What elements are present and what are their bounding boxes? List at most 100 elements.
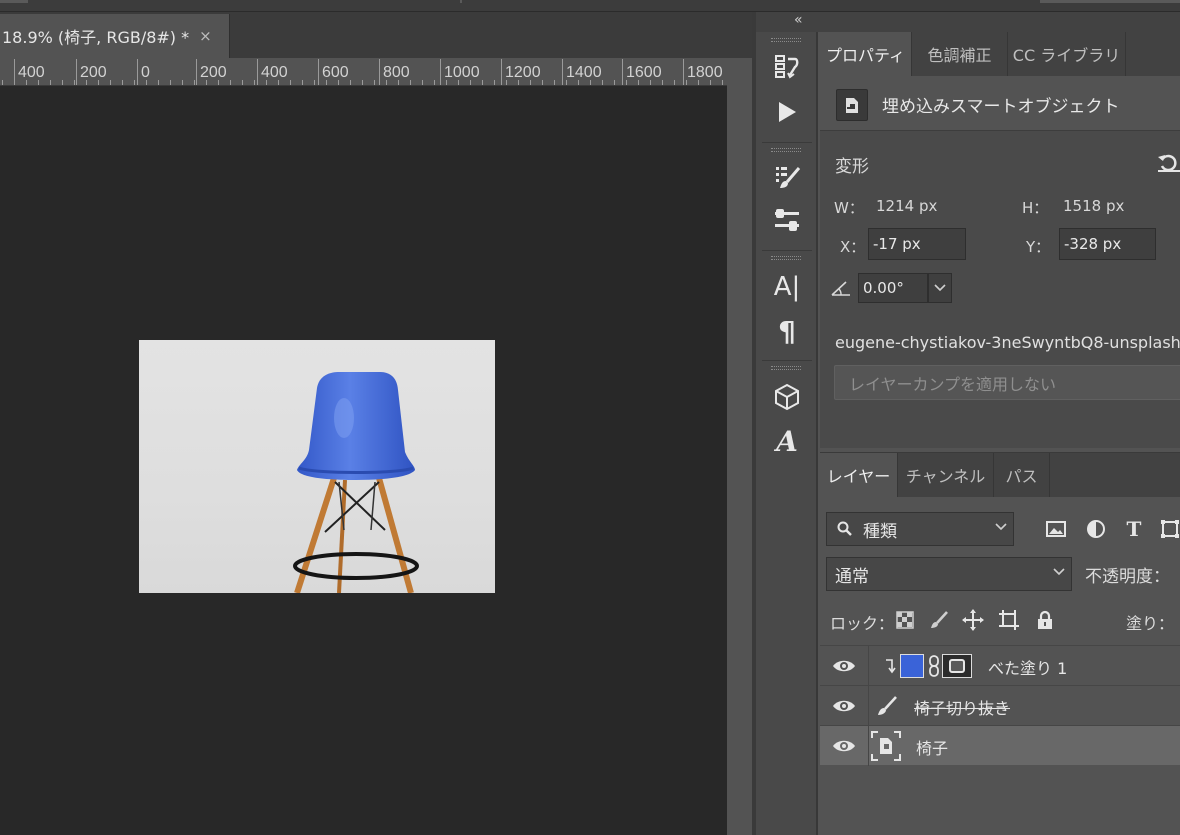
document-tab[interactable]: 18.9% (椅子, RGB/8#) * ×: [0, 14, 230, 58]
ruler-minor-tick: [278, 80, 279, 85]
angle-input[interactable]: 0.00°: [858, 273, 928, 303]
tab-properties[interactable]: プロパティ: [820, 32, 912, 76]
ruler-label: 1000: [444, 64, 480, 81]
document-tab-title: 18.9% (椅子, RGB/8#) *: [2, 28, 190, 47]
close-icon[interactable]: ×: [199, 27, 212, 45]
ruler-minor-tick: [614, 80, 615, 85]
canvas-workspace[interactable]: [0, 86, 727, 835]
3d-cube-icon[interactable]: [770, 380, 804, 414]
ruler-minor-tick: [326, 80, 327, 85]
angle-icon: [830, 277, 852, 299]
ruler-minor-tick: [686, 80, 687, 85]
ruler-minor-tick: [662, 80, 663, 85]
toolbar-separator: [762, 142, 812, 143]
brush-settings-icon[interactable]: [770, 160, 804, 194]
layer-row[interactable]: 椅子切り抜き: [820, 685, 1180, 726]
tab-cc-libraries[interactable]: CC ライブラリ: [1008, 32, 1126, 76]
tab-paths[interactable]: パス: [994, 453, 1050, 497]
grip-handle[interactable]: [771, 148, 801, 152]
document-tab-bar: 18.9% (椅子, RGB/8#) * ×: [0, 12, 752, 58]
x-position-input[interactable]: -17 px: [868, 228, 966, 260]
top-strip-segment: [1040, 0, 1180, 3]
canvas-image[interactable]: [139, 340, 495, 593]
ruler-minor-tick: [410, 80, 411, 85]
layer-row[interactable]: べた塗り 1: [820, 645, 1180, 686]
collapse-panels-icon[interactable]: «: [794, 12, 803, 28]
ruler-minor-tick: [566, 80, 567, 85]
filter-type-icon[interactable]: T: [1122, 517, 1146, 541]
ruler-minor-tick: [386, 80, 387, 85]
layer-mask-thumbnail[interactable]: [942, 654, 972, 678]
filter-pixel-icon[interactable]: [1044, 517, 1068, 541]
link-icon[interactable]: [928, 655, 940, 681]
filter-adjustment-icon[interactable]: [1084, 517, 1108, 541]
history-icon[interactable]: [770, 50, 804, 84]
properties-tab-bar: プロパティ 色調補正 CC ライブラリ: [820, 32, 1180, 76]
ruler-minor-tick: [170, 80, 171, 85]
layer-filter-value: 種類: [863, 521, 897, 542]
y-position-input[interactable]: -328 px: [1059, 228, 1156, 260]
grip-handle[interactable]: [771, 38, 801, 42]
lock-position-icon[interactable]: [962, 609, 984, 631]
filter-shape-icon[interactable]: [1158, 517, 1180, 541]
ruler-label: 200: [200, 64, 227, 81]
chevron-down-icon[interactable]: [928, 273, 952, 303]
height-label: H：: [1022, 199, 1049, 217]
ruler-minor-tick: [482, 80, 483, 85]
grip-handle[interactable]: [771, 256, 801, 260]
ruler-minor-tick: [290, 80, 291, 85]
ruler-label: 1200: [505, 64, 541, 81]
ruler-minor-tick: [518, 80, 519, 85]
top-strip-segment: [460, 0, 462, 3]
solid-color-swatch[interactable]: [900, 654, 924, 678]
ruler-minor-tick: [50, 80, 51, 85]
ruler-minor-tick: [314, 80, 315, 85]
ruler-minor-tick: [218, 80, 219, 85]
character-icon[interactable]: A|: [770, 270, 804, 304]
grip-handle[interactable]: [771, 366, 801, 370]
tab-layers[interactable]: レイヤー: [820, 453, 898, 497]
layer-name[interactable]: 椅子切り抜き: [914, 695, 1010, 719]
layer-name[interactable]: べた塗り 1: [988, 655, 1067, 679]
lock-artboard-icon[interactable]: [998, 609, 1020, 631]
lock-image-pixels-icon[interactable]: [928, 609, 950, 631]
reset-transform-icon[interactable]: [1156, 151, 1180, 175]
ruler-minor-tick: [302, 80, 303, 85]
tab-channels[interactable]: チャンネル: [898, 453, 994, 497]
ruler-minor-tick: [206, 80, 207, 85]
blend-mode-select[interactable]: 通常: [826, 557, 1072, 591]
visibility-eye-icon[interactable]: [832, 698, 856, 714]
glyphs-icon[interactable]: A: [770, 424, 804, 458]
layer-row-selected[interactable]: 椅子: [820, 725, 1180, 766]
tab-adjustments[interactable]: 色調補正: [912, 32, 1008, 76]
ruler-minor-tick: [434, 80, 435, 85]
ruler-major-tick: [76, 59, 77, 85]
smart-object-thumbnail-icon[interactable]: [870, 730, 902, 762]
canvas-scroll-gutter[interactable]: [727, 58, 752, 835]
ruler-major-tick: [257, 59, 258, 85]
ruler-minor-tick: [374, 80, 375, 85]
ruler-label: 400: [18, 64, 45, 81]
layer-filter-select[interactable]: 種類: [826, 512, 1014, 546]
visibility-eye-icon[interactable]: [832, 658, 856, 674]
ruler-major-tick: [137, 59, 138, 85]
lock-transparent-pixels-icon[interactable]: [894, 609, 916, 631]
layer-name[interactable]: 椅子: [916, 735, 948, 759]
layers-tab-bar: レイヤー チャンネル パス: [820, 453, 1180, 497]
horizontal-ruler[interactable]: 400 200 0 200 400 600 800 1000 1200 1400 1600 1800: [0, 58, 727, 86]
layer-comp-select[interactable]: レイヤーカンプを適用しない: [834, 365, 1180, 400]
ruler-minor-tick: [722, 80, 723, 85]
ruler-minor-tick: [542, 80, 543, 85]
ruler-major-tick: [683, 59, 684, 85]
smart-object-icon: [836, 89, 868, 121]
visibility-eye-icon[interactable]: [832, 738, 856, 754]
adjustments-icon[interactable]: [770, 204, 804, 238]
ruler-minor-tick: [26, 80, 27, 85]
toolbar-separator: [762, 360, 812, 361]
play-action-icon[interactable]: [770, 95, 804, 129]
lock-all-icon[interactable]: [1034, 609, 1056, 631]
chevron-down-icon: [1053, 565, 1065, 579]
paragraph-icon[interactable]: ¶: [770, 314, 804, 348]
ruler-label: 1400: [566, 64, 602, 81]
y-label: Y：: [1026, 238, 1051, 256]
